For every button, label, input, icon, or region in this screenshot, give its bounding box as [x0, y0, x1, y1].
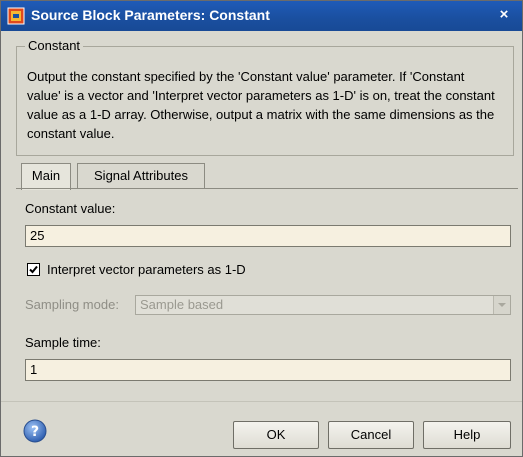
- title-bar[interactable]: Source Block Parameters: Constant ×: [1, 1, 522, 31]
- dialog-window: Source Block Parameters: Constant × Cons…: [0, 0, 523, 457]
- sampling-mode-select: Sample based: [135, 295, 511, 315]
- block-description-group: Constant Output the constant specified b…: [16, 38, 514, 156]
- ok-button[interactable]: OK: [233, 421, 319, 449]
- cancel-button[interactable]: Cancel: [328, 421, 414, 449]
- window-title: Source Block Parameters: Constant: [31, 7, 270, 23]
- checkmark-icon: [29, 265, 38, 274]
- simulink-block-icon: [7, 7, 25, 25]
- help-question-icon[interactable]: ?: [23, 419, 47, 443]
- sampling-mode-label: Sampling mode:: [25, 297, 119, 312]
- help-button[interactable]: Help: [423, 421, 511, 449]
- interpret-vector-label: Interpret vector parameters as 1-D: [47, 262, 246, 277]
- interpret-vector-checkbox[interactable]: [27, 263, 40, 276]
- constant-value-input[interactable]: 25: [25, 225, 511, 247]
- tab-signal-attributes[interactable]: Signal Attributes: [77, 163, 205, 189]
- close-icon[interactable]: ×: [494, 5, 514, 25]
- svg-text:?: ?: [31, 424, 39, 440]
- group-label: Constant: [25, 38, 84, 53]
- constant-value-label: Constant value:: [25, 201, 116, 216]
- tab-main[interactable]: Main: [21, 163, 71, 190]
- chevron-down-icon: [493, 296, 510, 314]
- sample-time-input[interactable]: 1: [25, 359, 511, 381]
- sampling-mode-value: Sample based: [140, 297, 224, 312]
- sample-time-label: Sample time:: [25, 335, 101, 350]
- block-description: Output the constant specified by the 'Co…: [27, 69, 495, 141]
- footer-divider: [1, 401, 522, 402]
